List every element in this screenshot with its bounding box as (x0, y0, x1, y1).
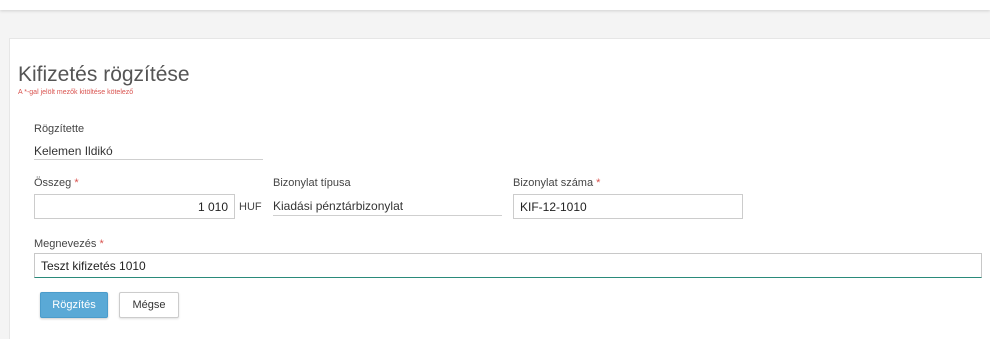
recorded-by-label: Rögzítette (34, 123, 85, 135)
recorded-by-underline (34, 159, 263, 160)
payment-form-panel: Kifizetés rögzítése A *-gal jelölt mezők… (9, 38, 990, 339)
name-label-text: Megnevezés (34, 238, 97, 250)
name-input[interactable]: Teszt kifizetés 1010 (34, 253, 982, 278)
page-title: Kifizetés rögzítése (18, 63, 190, 86)
document-number-label: Bizonylat száma * (513, 177, 600, 189)
document-type-label: Bizonylat típusa (273, 177, 351, 189)
amount-required-mark: * (74, 177, 79, 189)
document-type-underline (273, 215, 502, 216)
amount-label: Összeg * (34, 177, 79, 189)
name-label: Megnevezés * (34, 238, 104, 250)
required-fields-note: A *-gal jelölt mezők kitöltése kötelező (18, 89, 134, 96)
document-number-required-mark: * (596, 177, 601, 189)
document-number-label-text: Bizonylat száma (513, 177, 594, 189)
top-bar (0, 0, 990, 10)
amount-label-text: Összeg (34, 177, 72, 189)
currency-unit: HUF (239, 201, 262, 213)
document-type-value[interactable]: Kiadási pénztárbizonylat (273, 199, 403, 213)
document-number-input[interactable]: KIF-12-1010 (513, 194, 743, 219)
cancel-button[interactable]: Mégse (119, 292, 179, 318)
amount-input[interactable]: 1 010 (34, 194, 235, 219)
recorded-by-value: Kelemen Ildikó (34, 144, 113, 158)
name-required-mark: * (99, 238, 104, 250)
save-button[interactable]: Rögzítés (40, 292, 108, 318)
